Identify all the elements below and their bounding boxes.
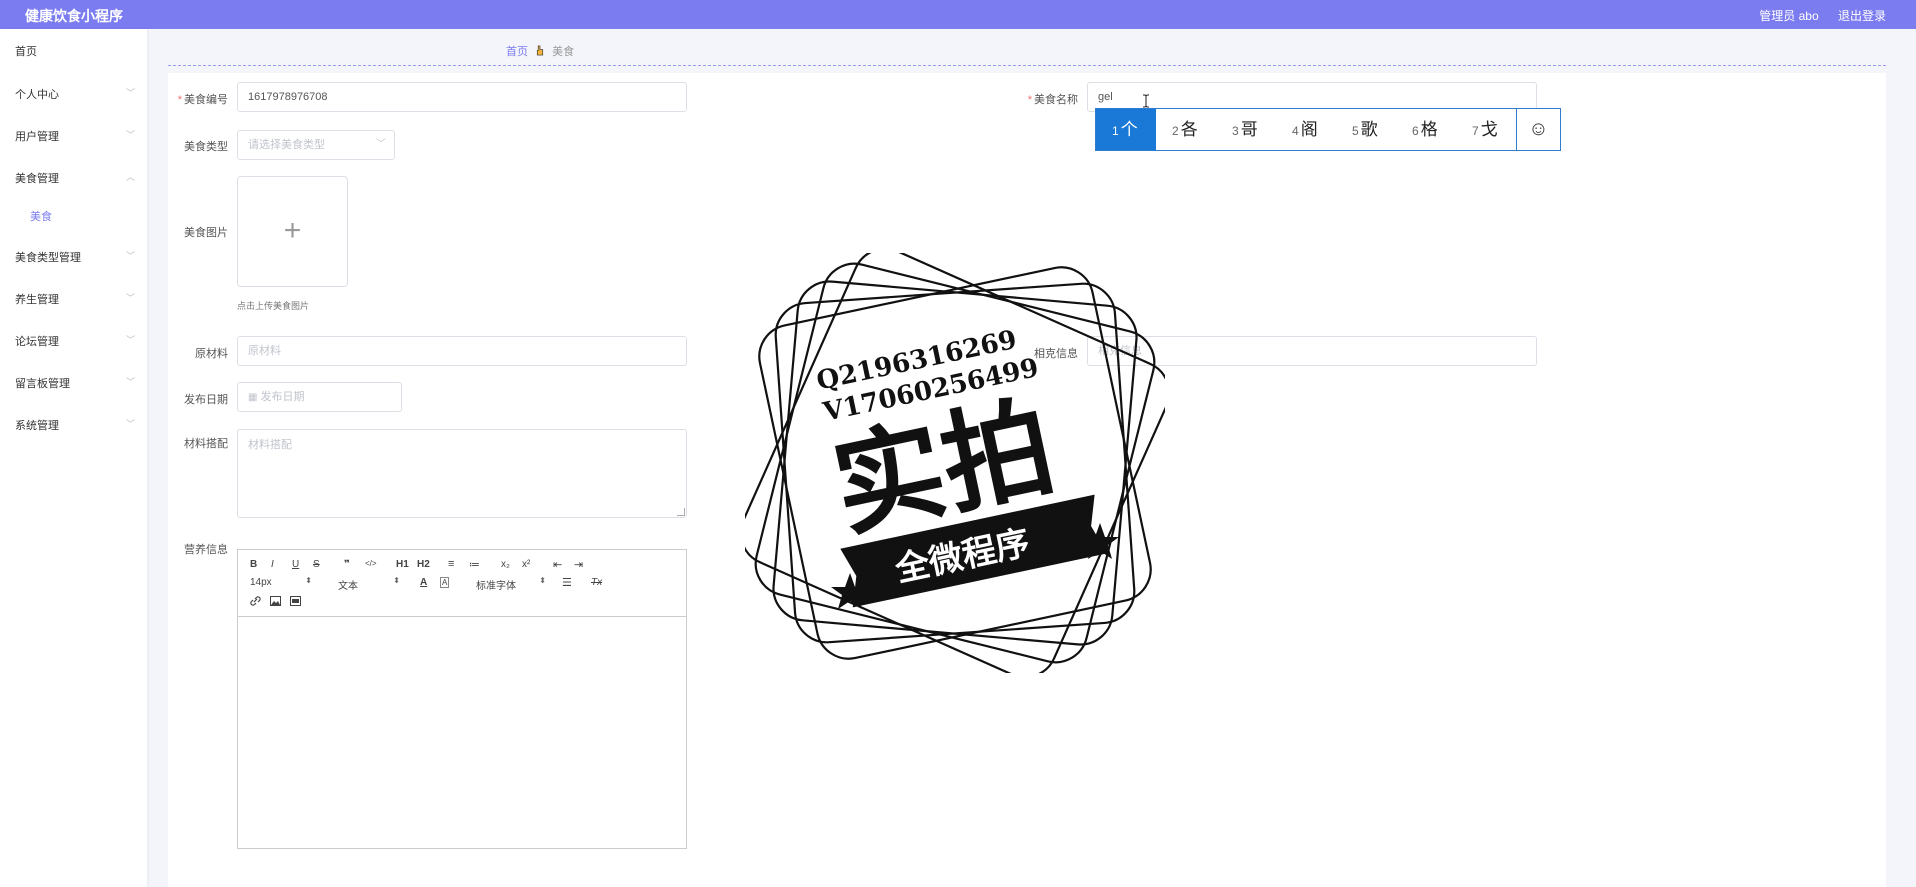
video-icon[interactable] [290,596,301,606]
logout-button[interactable]: 退出登录 [1838,9,1886,23]
sidebar-item-label: 首页 [15,46,37,58]
indent-button[interactable]: ⇥ [574,558,583,571]
sidebar: 首页 个人中心 ﹀ 用户管理 ﹀ 美食管理 ︿ 美食 美食类型管理 ﹀ 养生管理… [0,29,147,887]
blockquote-button[interactable]: ❞ [344,559,350,570]
sidebar-item-label: 个人中心 [15,89,59,101]
required-mark: * [177,94,182,106]
sidebar-item-label: 系统管理 [15,420,59,432]
sidebar-item-forum-management[interactable]: 论坛管理 ﹀ [15,333,135,349]
ime-candidate[interactable]: 5歌 [1352,109,1378,150]
text-cursor-icon [1143,94,1149,108]
chevron-down-icon: ﹀ [376,139,386,150]
chevron-down-icon: ﹀ [125,419,135,429]
bullet-list-button[interactable]: ≔ [469,558,480,571]
food-no-label: * 美食编号 [177,94,228,106]
sidebar-item-user-management[interactable]: 用户管理 ﹀ [15,128,135,144]
ingredients-input[interactable]: 原材料 [237,336,687,366]
nutrition-label: 营养信息 [184,544,228,556]
food-no-input[interactable]: 1617978976708 [237,82,687,112]
italic-button[interactable]: I [271,559,274,570]
sidebar-item-food-management[interactable]: 美食管理 ︿ [15,170,135,186]
material-match-textarea[interactable]: 材料搭配 [237,429,687,518]
chevron-down-icon: ﹀ [125,130,135,140]
app-title: 健康饮食小程序 [25,8,123,24]
food-type-label: 美食类型 [184,141,228,153]
sidebar-item-food-type-management[interactable]: 美食类型管理 ﹀ [15,249,135,265]
breadcrumb-home-link[interactable]: 首页 [506,46,528,58]
font-family-select[interactable]: 标准字体 ⬍ [476,576,546,592]
publish-date-input[interactable]: ▦ 发布日期 [237,382,402,412]
material-match-label: 材料搭配 [184,438,228,450]
breadcrumb-divider [168,65,1886,66]
header1-button[interactable]: H1 [396,559,409,570]
food-image-label: 美食图片 [184,227,228,239]
ime-candidate[interactable]: 4阁 [1292,109,1318,150]
top-right-area: 管理员 abo 退出登录 [1743,7,1886,24]
superscript-button[interactable]: x² [522,559,530,570]
ime-candidate[interactable]: 3哥 [1232,109,1258,150]
underline-button[interactable]: U [292,559,299,570]
hand-pointer-icon [536,45,544,56]
updown-arrow-icon: ⬍ [305,576,312,585]
ingredients-label: 原材料 [195,348,228,360]
header2-button[interactable]: H2 [417,559,430,570]
chevron-down-icon: ﹀ [125,377,135,387]
strike-button[interactable]: S [313,559,320,570]
image-icon[interactable] [270,596,281,606]
ordered-list-button[interactable]: ≡ [448,558,454,570]
chevron-down-icon: ﹀ [125,88,135,98]
subscript-button[interactable]: x₂ [501,559,510,570]
ime-candidate-bar: 1个 2各 3哥 4阁 5歌 6格 7戈 ☺ [1095,108,1561,151]
chevron-down-icon: ﹀ [125,293,135,303]
emoji-icon[interactable]: ☺ [1517,109,1560,150]
current-user-label: 管理员 abo [1759,9,1819,23]
updown-arrow-icon: ⬍ [393,576,400,585]
font-size-select[interactable]: 14px ⬍ [250,576,312,588]
top-bar: 健康饮食小程序 管理员 abo 退出登录 [0,0,1916,29]
sidebar-item-home[interactable]: 首页 [15,43,135,59]
breadcrumb-current: 美食 [552,46,575,58]
sidebar-item-label: 论坛管理 [15,336,59,348]
required-mark: * [1027,94,1032,106]
link-icon[interactable] [250,596,261,606]
watermark-stamp: Q2196316269 V17060256499 实拍 全微程序 [745,253,1165,673]
calendar-icon: ▦ [248,392,258,403]
resize-handle[interactable] [677,508,685,516]
food-name-label: * 美食名称 [1027,94,1078,106]
code-block-button[interactable]: </> [365,559,377,568]
rich-text-editor: B I U S ❞ </> H1 H2 ≡ ≔ x₂ x² ⇤ ⇥ 14px ⬍ … [237,549,687,849]
food-type-select[interactable]: 请选择美食类型 ﹀ [237,130,395,160]
editor-toolbar: B I U S ❞ </> H1 H2 ≡ ≔ x₂ x² ⇤ ⇥ 14px ⬍ … [238,550,686,617]
bold-button[interactable]: B [250,559,257,570]
ime-candidate[interactable]: 6格 [1412,109,1438,150]
upload-tip: 点击上传美食图片 [237,301,310,311]
align-icon[interactable]: ☰ [562,576,572,589]
sidebar-item-system-management[interactable]: 系统管理 ﹀ [15,417,135,433]
background-color-icon[interactable]: A [440,577,450,588]
chevron-down-icon: ﹀ [125,335,135,345]
updown-arrow-icon: ⬍ [539,576,546,585]
outdent-button[interactable]: ⇤ [553,558,562,571]
ime-candidate[interactable]: 2各 [1172,109,1198,150]
ime-candidate[interactable]: 1个 [1096,109,1156,150]
chevron-up-icon: ︿ [125,172,135,182]
sidebar-item-personal-center[interactable]: 个人中心 ﹀ [15,86,135,102]
publish-date-label: 发布日期 [184,394,228,406]
sidebar-item-label: 养生管理 [15,294,59,306]
sidebar-item-label: 美食类型管理 [15,252,81,264]
sidebar-item-label: 用户管理 [15,131,59,143]
plus-icon: + [283,214,302,247]
sidebar-item-label: 留言板管理 [15,378,70,390]
chevron-down-icon: ﹀ [125,251,135,261]
sidebar-subitem-food[interactable]: 美食 [30,208,52,224]
clear-format-icon[interactable]: Tx [591,577,602,588]
sidebar-item-label: 美食管理 [15,173,59,185]
block-type-select[interactable]: 文本 ⬍ [338,576,400,592]
sidebar-item-health-management[interactable]: 养生管理 ﹀ [15,291,135,307]
image-upload-button[interactable]: + [237,176,348,287]
breadcrumb: 首页 美食 [506,43,574,59]
sidebar-item-message-board-management[interactable]: 留言板管理 ﹀ [15,375,135,391]
ime-candidate[interactable]: 7戈 [1472,109,1498,150]
font-color-icon[interactable]: A [420,577,427,588]
